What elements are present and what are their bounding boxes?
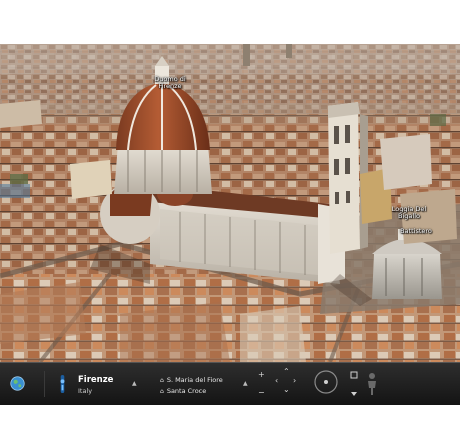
landmark-icon: ⌂ — [160, 377, 164, 384]
zoom-in-icon[interactable]: + — [258, 371, 265, 379]
pan-up-icon[interactable]: ⌃ — [283, 368, 290, 376]
pan-down-icon[interactable]: ⌄ — [283, 386, 290, 394]
map-label-loggia-line2: Bigallo — [398, 211, 420, 220]
globe-icon[interactable] — [10, 376, 25, 391]
map-label-loggia[interactable]: Loggia Del Bigallo — [392, 206, 426, 220]
location-menu-caret-icon[interactable]: ▲ — [132, 380, 137, 387]
location-city[interactable]: Firenze — [78, 375, 113, 385]
poi-item-santa-croce[interactable]: ⌂ Santa Croce — [160, 387, 206, 395]
zoom-out-icon[interactable]: − — [258, 389, 265, 397]
poi-label: Santa Croce — [166, 387, 207, 395]
pan-right-icon[interactable]: › — [293, 377, 296, 385]
pan-left-icon[interactable]: ‹ — [275, 377, 278, 385]
aerial-photo-florence — [0, 44, 460, 362]
poi-item-santa-maria-del-fiore[interactable]: ⌂ S. Maria del Fiore — [160, 376, 223, 384]
bottom-toolbar: Firenze Italy ▲ ⌂ S. Maria del Fiore ⌂ San… — [0, 362, 460, 405]
street-view-person-icon[interactable] — [366, 372, 378, 396]
aerial-map-view[interactable]: Duomo di Firenze Loggia Del Bigallo Batt… — [0, 44, 460, 362]
map-label-battistero[interactable]: Battistero — [400, 228, 432, 235]
poi-menu-caret-icon[interactable]: ▲ — [243, 380, 248, 387]
tilt-down-icon[interactable] — [350, 390, 358, 398]
map-label-duomo-line2: Firenze — [158, 81, 182, 90]
location-pin-icon — [60, 375, 65, 393]
poi-label: S. Maria del Fiore — [166, 376, 223, 384]
landmark-icon: ⌂ — [160, 388, 164, 395]
compass-ring-icon[interactable] — [313, 369, 339, 395]
map-label-duomo[interactable]: Duomo di Firenze — [154, 76, 185, 90]
tilt-up-icon[interactable] — [350, 371, 358, 379]
toolbar-separator — [44, 371, 45, 397]
map-label-battistero-line1: Battistero — [400, 227, 432, 235]
location-country: Italy — [78, 387, 93, 395]
